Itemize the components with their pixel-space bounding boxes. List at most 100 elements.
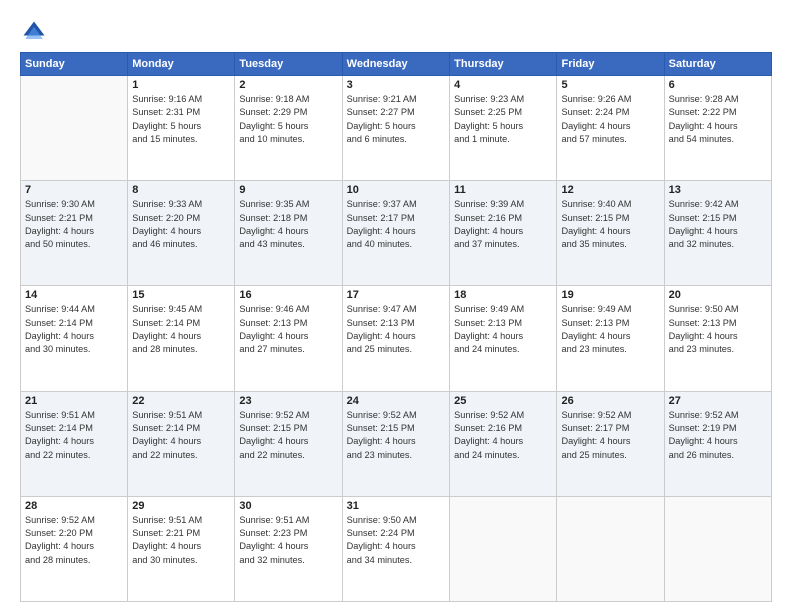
calendar-cell: 4 Sunrise: 9:23 AM Sunset: 2:25 PM Daylig… bbox=[450, 76, 557, 181]
day-info: Sunrise: 9:52 AM Sunset: 2:17 PM Dayligh… bbox=[561, 409, 659, 462]
day-info: Sunrise: 9:45 AM Sunset: 2:14 PM Dayligh… bbox=[132, 303, 230, 356]
calendar-cell: 22 Sunrise: 9:51 AM Sunset: 2:14 PM Dayli… bbox=[128, 391, 235, 496]
calendar-week-1: 1 Sunrise: 9:16 AM Sunset: 2:31 PM Daylig… bbox=[21, 76, 772, 181]
calendar-cell bbox=[664, 496, 771, 601]
calendar-cell: 28 Sunrise: 9:52 AM Sunset: 2:20 PM Dayli… bbox=[21, 496, 128, 601]
calendar-cell: 26 Sunrise: 9:52 AM Sunset: 2:17 PM Dayli… bbox=[557, 391, 664, 496]
day-number: 28 bbox=[25, 500, 123, 512]
day-number: 18 bbox=[454, 289, 552, 301]
weekday-header-friday: Friday bbox=[557, 53, 664, 76]
calendar-cell bbox=[450, 496, 557, 601]
weekday-header-saturday: Saturday bbox=[664, 53, 771, 76]
day-number: 2 bbox=[239, 79, 337, 91]
day-number: 8 bbox=[132, 184, 230, 196]
logo-icon bbox=[20, 18, 48, 46]
calendar-cell bbox=[21, 76, 128, 181]
day-info: Sunrise: 9:40 AM Sunset: 2:15 PM Dayligh… bbox=[561, 198, 659, 251]
logo bbox=[20, 18, 52, 46]
day-info: Sunrise: 9:52 AM Sunset: 2:19 PM Dayligh… bbox=[669, 409, 767, 462]
day-number: 21 bbox=[25, 395, 123, 407]
day-info: Sunrise: 9:46 AM Sunset: 2:13 PM Dayligh… bbox=[239, 303, 337, 356]
day-info: Sunrise: 9:35 AM Sunset: 2:18 PM Dayligh… bbox=[239, 198, 337, 251]
day-number: 15 bbox=[132, 289, 230, 301]
calendar-cell: 23 Sunrise: 9:52 AM Sunset: 2:15 PM Dayli… bbox=[235, 391, 342, 496]
day-number: 29 bbox=[132, 500, 230, 512]
day-number: 26 bbox=[561, 395, 659, 407]
calendar-week-5: 28 Sunrise: 9:52 AM Sunset: 2:20 PM Dayli… bbox=[21, 496, 772, 601]
day-info: Sunrise: 9:49 AM Sunset: 2:13 PM Dayligh… bbox=[454, 303, 552, 356]
day-info: Sunrise: 9:51 AM Sunset: 2:23 PM Dayligh… bbox=[239, 514, 337, 567]
calendar-week-2: 7Sunrise: 9:30 AM Sunset: 2:21 PM Daylig… bbox=[21, 181, 772, 286]
calendar-cell: 12 Sunrise: 9:40 AM Sunset: 2:15 PM Dayli… bbox=[557, 181, 664, 286]
day-number: 31 bbox=[347, 500, 445, 512]
calendar-cell: 7Sunrise: 9:30 AM Sunset: 2:21 PM Daylig… bbox=[21, 181, 128, 286]
day-number: 22 bbox=[132, 395, 230, 407]
day-number: 20 bbox=[669, 289, 767, 301]
day-info: Sunrise: 9:51 AM Sunset: 2:14 PM Dayligh… bbox=[132, 409, 230, 462]
weekday-header-sunday: Sunday bbox=[21, 53, 128, 76]
day-info: Sunrise: 9:37 AM Sunset: 2:17 PM Dayligh… bbox=[347, 198, 445, 251]
day-number: 4 bbox=[454, 79, 552, 91]
day-number: 12 bbox=[561, 184, 659, 196]
day-number: 24 bbox=[347, 395, 445, 407]
day-number: 27 bbox=[669, 395, 767, 407]
calendar-cell: 14 Sunrise: 9:44 AM Sunset: 2:14 PM Dayli… bbox=[21, 286, 128, 391]
calendar-cell: 9 Sunrise: 9:35 AM Sunset: 2:18 PM Daylig… bbox=[235, 181, 342, 286]
calendar: SundayMondayTuesdayWednesdayThursdayFrid… bbox=[20, 52, 772, 602]
weekday-header-wednesday: Wednesday bbox=[342, 53, 449, 76]
calendar-cell: 25 Sunrise: 9:52 AM Sunset: 2:16 PM Dayli… bbox=[450, 391, 557, 496]
day-info: Sunrise: 9:30 AM Sunset: 2:21 PM Dayligh… bbox=[25, 198, 123, 251]
calendar-cell: 30 Sunrise: 9:51 AM Sunset: 2:23 PM Dayli… bbox=[235, 496, 342, 601]
day-number: 23 bbox=[239, 395, 337, 407]
day-info: Sunrise: 9:52 AM Sunset: 2:16 PM Dayligh… bbox=[454, 409, 552, 462]
calendar-cell: 20 Sunrise: 9:50 AM Sunset: 2:13 PM Dayli… bbox=[664, 286, 771, 391]
header bbox=[20, 18, 772, 46]
day-info: Sunrise: 9:51 AM Sunset: 2:14 PM Dayligh… bbox=[25, 409, 123, 462]
day-info: Sunrise: 9:49 AM Sunset: 2:13 PM Dayligh… bbox=[561, 303, 659, 356]
day-info: Sunrise: 9:50 AM Sunset: 2:13 PM Dayligh… bbox=[669, 303, 767, 356]
day-info: Sunrise: 9:28 AM Sunset: 2:22 PM Dayligh… bbox=[669, 93, 767, 146]
day-info: Sunrise: 9:44 AM Sunset: 2:14 PM Dayligh… bbox=[25, 303, 123, 356]
day-number: 6 bbox=[669, 79, 767, 91]
weekday-header-monday: Monday bbox=[128, 53, 235, 76]
day-info: Sunrise: 9:42 AM Sunset: 2:15 PM Dayligh… bbox=[669, 198, 767, 251]
day-number: 17 bbox=[347, 289, 445, 301]
day-number: 3 bbox=[347, 79, 445, 91]
calendar-week-4: 21 Sunrise: 9:51 AM Sunset: 2:14 PM Dayli… bbox=[21, 391, 772, 496]
weekday-header-row: SundayMondayTuesdayWednesdayThursdayFrid… bbox=[21, 53, 772, 76]
day-info: Sunrise: 9:39 AM Sunset: 2:16 PM Dayligh… bbox=[454, 198, 552, 251]
calendar-cell bbox=[557, 496, 664, 601]
day-number: 9 bbox=[239, 184, 337, 196]
calendar-cell: 31Sunrise: 9:50 AM Sunset: 2:24 PM Dayli… bbox=[342, 496, 449, 601]
weekday-header-tuesday: Tuesday bbox=[235, 53, 342, 76]
day-info: Sunrise: 9:18 AM Sunset: 2:29 PM Dayligh… bbox=[239, 93, 337, 146]
day-number: 25 bbox=[454, 395, 552, 407]
day-number: 14 bbox=[25, 289, 123, 301]
day-info: Sunrise: 9:52 AM Sunset: 2:20 PM Dayligh… bbox=[25, 514, 123, 567]
calendar-cell: 24 Sunrise: 9:52 AM Sunset: 2:15 PM Dayli… bbox=[342, 391, 449, 496]
day-info: Sunrise: 9:47 AM Sunset: 2:13 PM Dayligh… bbox=[347, 303, 445, 356]
day-info: Sunrise: 9:23 AM Sunset: 2:25 PM Dayligh… bbox=[454, 93, 552, 146]
weekday-header-thursday: Thursday bbox=[450, 53, 557, 76]
day-number: 1 bbox=[132, 79, 230, 91]
day-info: Sunrise: 9:52 AM Sunset: 2:15 PM Dayligh… bbox=[239, 409, 337, 462]
day-info: Sunrise: 9:33 AM Sunset: 2:20 PM Dayligh… bbox=[132, 198, 230, 251]
calendar-cell: 29 Sunrise: 9:51 AM Sunset: 2:21 PM Dayli… bbox=[128, 496, 235, 601]
calendar-cell: 6 Sunrise: 9:28 AM Sunset: 2:22 PM Daylig… bbox=[664, 76, 771, 181]
day-number: 11 bbox=[454, 184, 552, 196]
day-info: Sunrise: 9:52 AM Sunset: 2:15 PM Dayligh… bbox=[347, 409, 445, 462]
day-number: 30 bbox=[239, 500, 337, 512]
calendar-cell: 27 Sunrise: 9:52 AM Sunset: 2:19 PM Dayli… bbox=[664, 391, 771, 496]
calendar-cell: 10Sunrise: 9:37 AM Sunset: 2:17 PM Dayli… bbox=[342, 181, 449, 286]
calendar-cell: 21 Sunrise: 9:51 AM Sunset: 2:14 PM Dayli… bbox=[21, 391, 128, 496]
calendar-week-3: 14 Sunrise: 9:44 AM Sunset: 2:14 PM Dayli… bbox=[21, 286, 772, 391]
day-number: 13 bbox=[669, 184, 767, 196]
calendar-cell: 13 Sunrise: 9:42 AM Sunset: 2:15 PM Dayli… bbox=[664, 181, 771, 286]
calendar-cell: 18 Sunrise: 9:49 AM Sunset: 2:13 PM Dayli… bbox=[450, 286, 557, 391]
day-info: Sunrise: 9:51 AM Sunset: 2:21 PM Dayligh… bbox=[132, 514, 230, 567]
day-number: 16 bbox=[239, 289, 337, 301]
calendar-cell: 2 Sunrise: 9:18 AM Sunset: 2:29 PM Daylig… bbox=[235, 76, 342, 181]
day-info: Sunrise: 9:16 AM Sunset: 2:31 PM Dayligh… bbox=[132, 93, 230, 146]
day-info: Sunrise: 9:21 AM Sunset: 2:27 PM Dayligh… bbox=[347, 93, 445, 146]
calendar-cell: 5Sunrise: 9:26 AM Sunset: 2:24 PM Daylig… bbox=[557, 76, 664, 181]
